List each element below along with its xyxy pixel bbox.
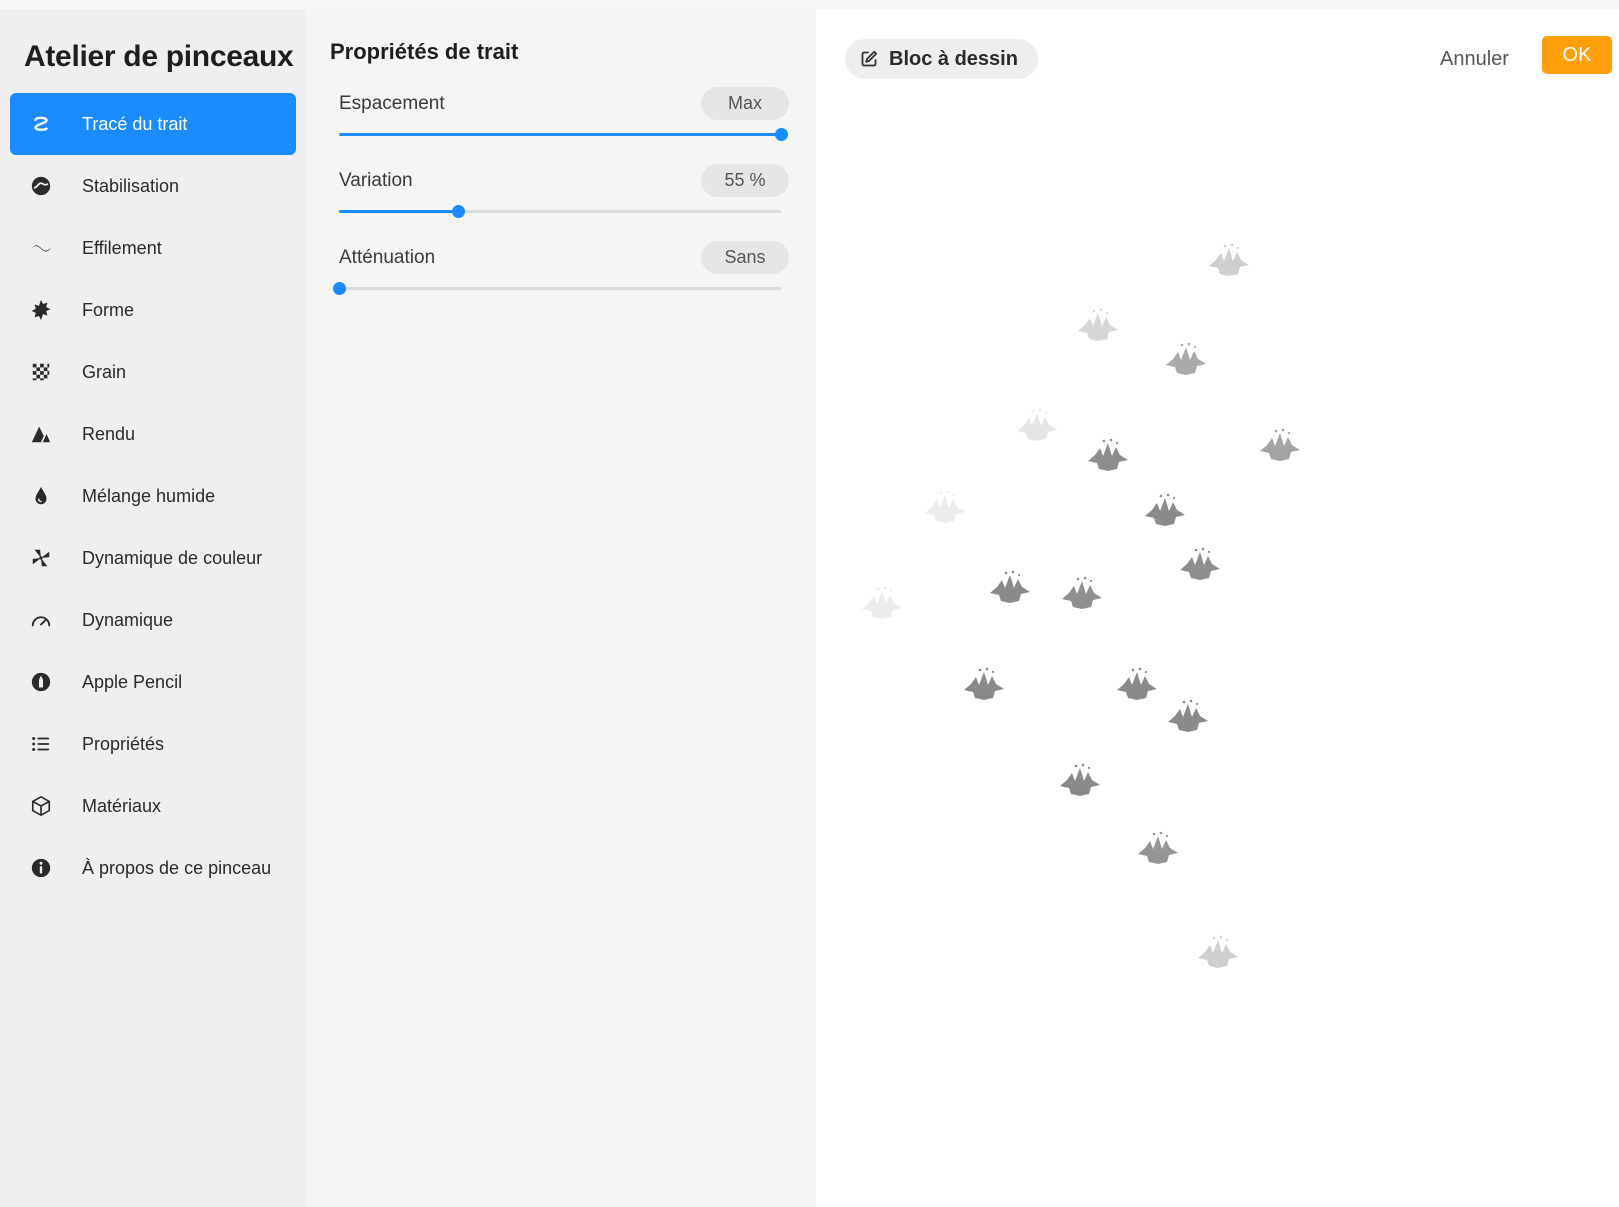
brush-dab: [1180, 547, 1220, 580]
sidebar-item-label: Dynamique de couleur: [82, 547, 263, 568]
sidebar-item-info[interactable]: À propos de ce pinceau: [10, 837, 296, 899]
sidebar-item-materials[interactable]: Matériaux: [10, 775, 296, 837]
sidebar-item-stroke-path[interactable]: Tracé du trait: [10, 93, 296, 155]
brush-dab: [1198, 935, 1238, 968]
brush-dab: [862, 586, 902, 619]
sidebar-item-label: Rendu: [82, 423, 136, 444]
slider-spacing: Espacement Max: [339, 87, 789, 147]
brush-dab: [1166, 342, 1206, 375]
apple-pencil-icon: [28, 669, 54, 695]
drawing-pad-button[interactable]: Bloc à dessin: [845, 39, 1038, 79]
brush-dab: [1145, 493, 1185, 526]
dynamics-icon: [28, 607, 54, 633]
sidebar-item-label: Tracé du trait: [82, 113, 188, 134]
ok-button[interactable]: OK: [1542, 36, 1612, 74]
materials-icon: [28, 793, 54, 819]
rendering-icon: [28, 421, 54, 447]
brush-dab: [1017, 408, 1057, 441]
grain-icon: [28, 359, 54, 385]
sidebar-item-label: Apple Pencil: [82, 671, 183, 692]
sidebar-item-label: Mélange humide: [82, 485, 216, 506]
brush-dab: [990, 570, 1030, 603]
sidebar-item-label: Stabilisation: [82, 175, 180, 196]
sidebar-item-dynamics[interactable]: Dynamique: [10, 589, 296, 651]
slider-label: Variation: [339, 170, 413, 191]
wet-mix-icon: [28, 483, 54, 509]
brush-dab: [1138, 831, 1178, 864]
slider-label: Atténuation: [339, 247, 436, 268]
slider-value-pill[interactable]: 55 %: [701, 164, 789, 197]
drawing-pad-label: Bloc à dessin: [889, 47, 1018, 70]
settings-panel: Propriétés de trait Espacement Max Variati…: [306, 9, 816, 1207]
slider-track[interactable]: [339, 205, 781, 218]
brush-dab: [1078, 308, 1118, 341]
slider-fill: [339, 133, 781, 136]
shape-icon: [28, 297, 54, 323]
slider-value-pill[interactable]: Max: [701, 87, 789, 120]
sidebar-item-stabilization[interactable]: Stabilisation: [10, 155, 296, 217]
brush-dab: [1060, 763, 1100, 796]
sidebar-item-label: Forme: [82, 299, 135, 320]
sidebar-item-label: À propos de ce pinceau: [82, 857, 272, 878]
sidebar-item-label: Propriétés: [82, 733, 165, 754]
slider-value-pill[interactable]: Sans: [701, 241, 789, 274]
brush-dab: [1260, 428, 1300, 461]
brush-dab: [1117, 667, 1157, 700]
section-title: Propriétés de trait: [330, 39, 519, 64]
slider-fill: [339, 210, 459, 213]
brush-dab: [1168, 699, 1208, 732]
slider-thumb[interactable]: [452, 205, 466, 218]
brush-dab: [964, 667, 1004, 700]
brush-dab: [925, 490, 965, 523]
stroke-path-icon: [28, 111, 54, 137]
sidebar-item-shape[interactable]: Forme: [10, 279, 296, 341]
stroke-preview[interactable]: [816, 89, 1619, 1199]
info-icon: [28, 855, 54, 881]
app-title: Atelier de pinceaux: [24, 40, 294, 73]
slider-track[interactable]: [339, 128, 788, 141]
brush-dabs: [862, 243, 1300, 968]
edit-icon: [859, 49, 879, 69]
taper-icon: [28, 235, 54, 261]
cancel-button[interactable]: Annuler: [1440, 42, 1509, 76]
slider-falloff: Atténuation Sans: [333, 241, 789, 301]
sidebar: Atelier de pinceaux Tracé du trait Stabil…: [0, 9, 306, 1207]
sidebar-item-label: Effilement: [82, 237, 162, 258]
sidebar-item-label: Grain: [82, 361, 127, 382]
properties-icon: [28, 731, 54, 757]
slider-thumb[interactable]: [333, 282, 346, 295]
sidebar-item-color-dynamics[interactable]: Dynamique de couleur: [10, 527, 296, 589]
drawing-pad-panel: Bloc à dessin Annuler OK: [816, 9, 1619, 1207]
sidebar-item-grain[interactable]: Grain: [10, 341, 296, 403]
sidebar-item-wet-mix[interactable]: Mélange humide: [10, 465, 296, 527]
slider-track[interactable]: [333, 282, 781, 295]
brush-dab: [1062, 576, 1102, 609]
stabilization-icon: [28, 173, 54, 199]
slider-thumb[interactable]: [775, 128, 788, 141]
sidebar-item-rendering[interactable]: Rendu: [10, 403, 296, 465]
brush-dab: [1088, 438, 1128, 471]
sidebar-item-label: Dynamique: [82, 609, 174, 630]
sidebar-item-apple-pencil[interactable]: Apple Pencil: [10, 651, 296, 713]
sidebar-item-taper[interactable]: Effilement: [10, 217, 296, 279]
sidebar-item-properties[interactable]: Propriétés: [10, 713, 296, 775]
brush-dab: [1209, 243, 1249, 276]
slider-jitter: Variation 55 %: [339, 164, 789, 224]
sidebar-item-label: Matériaux: [82, 795, 162, 816]
color-dynamics-icon: [28, 545, 54, 571]
slider-label: Espacement: [339, 93, 445, 114]
sidebar-menu: Tracé du trait Stabilisation Effilement For…: [10, 93, 296, 899]
